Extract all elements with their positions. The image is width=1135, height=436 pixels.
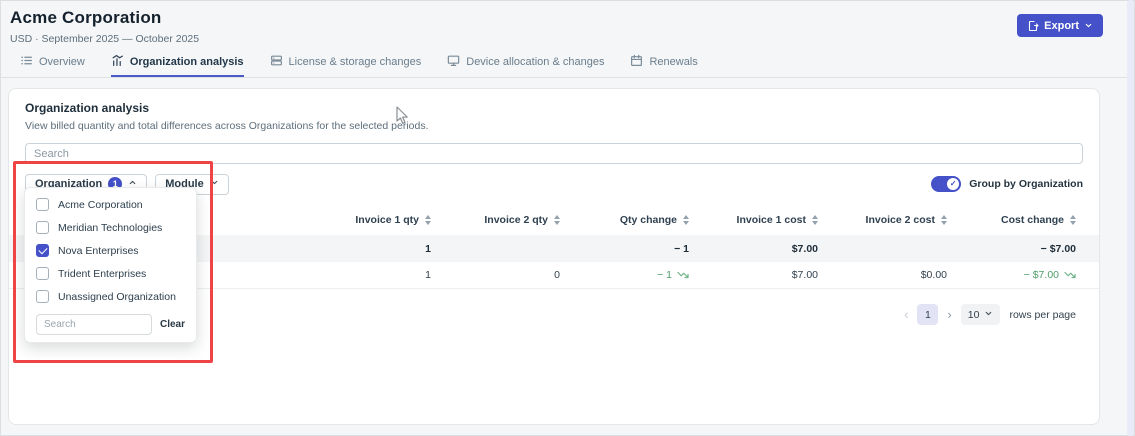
dropdown-search-input[interactable] — [36, 314, 152, 335]
cell-cost-change: − $7.00 — [947, 243, 1076, 255]
page-number-button[interactable]: 1 — [917, 304, 938, 325]
dropdown-option-acme-corporation[interactable]: Acme Corporation — [25, 193, 196, 216]
tab-license-storage-changes[interactable]: License & storage changes — [270, 50, 422, 77]
column-label: Invoice 2 cost — [866, 214, 935, 226]
cell-qty-change: − 1 — [560, 269, 689, 281]
column-label: Invoice 1 qty — [355, 214, 419, 226]
calendar-icon — [630, 54, 643, 70]
app-window: { "header": { "title": "Acme Corporation… — [0, 0, 1135, 436]
trending-down-icon — [1064, 269, 1076, 281]
rows-per-page-select[interactable]: 10 — [961, 304, 1001, 325]
column-header-invoice1-cost[interactable]: Invoice 1 cost — [689, 214, 818, 226]
dropdown-option-nova-enterprises[interactable]: Nova Enterprises — [25, 239, 196, 262]
tab-renewals[interactable]: Renewals — [630, 50, 697, 77]
column-header-invoice2-qty[interactable]: Invoice 2 qty — [431, 214, 560, 226]
tab-label: Device allocation & changes — [466, 56, 604, 68]
column-label: Cost change — [1001, 214, 1064, 226]
tab-label: License & storage changes — [289, 56, 422, 68]
option-label: Nova Enterprises — [58, 245, 139, 257]
checkbox-checked[interactable] — [36, 244, 49, 257]
tab-label: Renewals — [649, 56, 697, 68]
rows-per-page-value: 10 — [968, 309, 980, 321]
column-label: Invoice 2 qty — [484, 214, 548, 226]
next-page-icon[interactable]: › — [947, 305, 951, 325]
option-label: Meridian Technologies — [58, 222, 162, 234]
cell-invoice2-qty: 0 — [431, 269, 560, 281]
chevron-down-icon — [984, 309, 993, 321]
scrollbar-track[interactable] — [1127, 0, 1134, 436]
dropdown-clear-button[interactable]: Clear — [160, 319, 185, 330]
stack-icon — [270, 54, 283, 70]
panel-description: View billed quantity and total differenc… — [25, 120, 1083, 132]
trending-down-icon — [677, 269, 689, 281]
qty-change-value: − 1 — [657, 269, 672, 281]
tab-label: Overview — [39, 56, 85, 68]
cell-cost-change: − $7.00 — [947, 269, 1076, 281]
export-label: Export — [1044, 20, 1079, 32]
dropdown-footer: Clear — [25, 308, 196, 335]
option-label: Acme Corporation — [58, 199, 143, 211]
organization-filter-dropdown: Acme Corporation Meridian Technologies N… — [24, 187, 197, 343]
option-label: Unassigned Organization — [58, 291, 176, 303]
panel-heading: Organization analysis — [25, 101, 1083, 115]
dropdown-option-trident-enterprises[interactable]: Trident Enterprises — [25, 262, 196, 285]
column-label: Invoice 1 cost — [737, 214, 806, 226]
search-input[interactable] — [25, 143, 1083, 164]
option-label: Trident Enterprises — [58, 268, 146, 280]
cell-qty-change: − 1 — [560, 243, 689, 255]
page-subtitle: USD · September 2025 — October 2025 — [10, 33, 199, 45]
previous-page-icon[interactable]: ‹ — [904, 305, 908, 325]
monitor-icon — [447, 54, 460, 70]
tab-overview[interactable]: Overview — [20, 50, 85, 77]
cell-invoice2-cost: $0.00 — [818, 269, 947, 281]
tab-label: Organization analysis — [130, 56, 244, 68]
cell-invoice1-cost: $7.00 — [689, 243, 818, 255]
page-title: Acme Corporation — [10, 8, 199, 28]
column-header-invoice2-cost[interactable]: Invoice 2 cost — [818, 214, 947, 226]
group-by-organization-toggle[interactable]: ✓ — [931, 176, 961, 192]
column-header-invoice1-qty[interactable]: Invoice 1 qty — [302, 214, 431, 226]
export-icon — [1027, 20, 1039, 32]
cell-invoice1-qty: 1 — [302, 269, 431, 281]
column-header-qty-change[interactable]: Qty change — [560, 214, 689, 226]
chevron-down-icon — [1084, 21, 1093, 30]
tab-bar: Overview Organization analysis License &… — [0, 50, 1135, 78]
column-header-cost-change[interactable]: Cost change — [947, 214, 1076, 226]
list-icon — [20, 54, 33, 70]
dropdown-option-unassigned-organization[interactable]: Unassigned Organization — [25, 285, 196, 308]
checkbox-unchecked[interactable] — [36, 198, 49, 211]
cell-invoice1-cost: $7.00 — [689, 269, 818, 281]
bar-chart-icon — [111, 54, 124, 70]
page-header: Acme Corporation USD · September 2025 — … — [0, 0, 1135, 48]
group-toggle-label: Group by Organization — [969, 178, 1083, 190]
export-button[interactable]: Export — [1017, 14, 1103, 37]
column-label: Qty change — [620, 214, 677, 226]
toggle-knob-check-icon: ✓ — [947, 178, 959, 190]
checkbox-unchecked[interactable] — [36, 267, 49, 280]
cell-invoice1-qty: 1 — [302, 243, 431, 255]
checkbox-unchecked[interactable] — [36, 290, 49, 303]
tab-device-allocation-changes[interactable]: Device allocation & changes — [447, 50, 604, 77]
chevron-down-icon — [210, 178, 219, 190]
checkbox-unchecked[interactable] — [36, 221, 49, 234]
group-toggle-wrap: ✓ Group by Organization — [931, 176, 1083, 192]
sort-icon[interactable] — [1070, 215, 1076, 225]
dropdown-option-meridian-technologies[interactable]: Meridian Technologies — [25, 216, 196, 239]
rows-per-page-label: rows per page — [1009, 309, 1076, 321]
title-block: Acme Corporation USD · September 2025 — … — [10, 8, 199, 45]
tab-organization-analysis[interactable]: Organization analysis — [111, 50, 244, 77]
cost-change-value: − $7.00 — [1024, 269, 1059, 281]
